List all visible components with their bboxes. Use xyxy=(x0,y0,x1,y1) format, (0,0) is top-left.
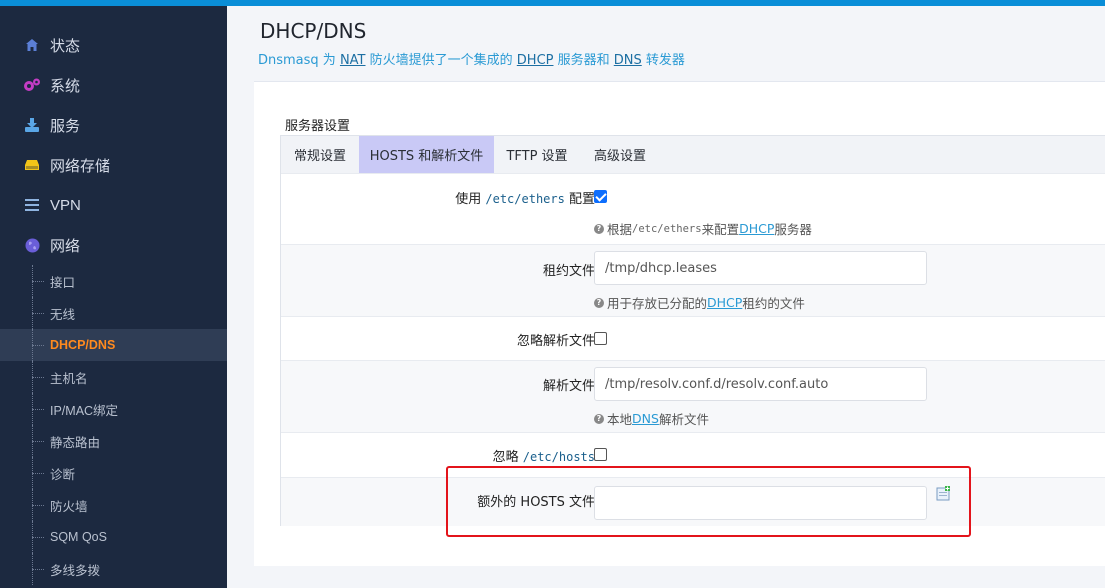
help-part: 本地 xyxy=(607,412,633,427)
help-code: /etc/ethers xyxy=(632,222,702,235)
abbr-dhcp: DHCP xyxy=(516,53,554,68)
home-icon xyxy=(23,36,41,54)
sidebar-subitem-firewall[interactable]: 防火墙 xyxy=(0,489,227,521)
sidebar-subitem-ip-mac-binding[interactable]: IP/MAC绑定 xyxy=(0,393,227,425)
leasefile-input[interactable]: /tmp/dhcp.leases xyxy=(594,251,927,285)
page-description: Dnsmasq 为 NAT 防火墙提供了一个集成的 DHCP 服务器和 DNS … xyxy=(258,49,685,68)
sidebar-item-system[interactable]: 系统 xyxy=(0,65,227,105)
sidebar-item-services[interactable]: 服务 xyxy=(0,105,227,145)
sidebar-item-network[interactable]: 网络 xyxy=(0,225,227,265)
help-part: 租约的文件 xyxy=(742,296,805,311)
highlight-box xyxy=(446,466,971,537)
sidebar-subitem-label: 接口 xyxy=(50,275,76,290)
help-icon: ? xyxy=(594,297,604,308)
tab-tftp[interactable]: TFTP 设置 xyxy=(494,136,580,173)
abbr-nat: NAT xyxy=(339,53,366,68)
download-icon xyxy=(23,116,41,134)
row-leasefile: 租约文件 /tmp/dhcp.leases ? 用于存放已分配的 DHCP 租约的… xyxy=(281,244,1105,316)
use-ethers-checkbox[interactable] xyxy=(594,190,607,203)
help-text: ? 本地 DNS 解析文件 xyxy=(594,409,709,428)
field-label: 忽略 /etc/hosts xyxy=(493,446,595,465)
help-part: 来配置 xyxy=(701,222,740,237)
desc-text: 服务器和 xyxy=(553,53,614,68)
sidebar-subitem-label: 无线 xyxy=(50,307,76,322)
abbr-dhcp: DHCP xyxy=(739,221,775,236)
sidebar-subitem-label: 诊断 xyxy=(50,467,76,482)
nohosts-checkbox[interactable] xyxy=(594,448,607,461)
sidebar-subitem-label: 主机名 xyxy=(50,371,88,386)
row-resolvfile: 解析文件 /tmp/resolv.conf.d/resolv.conf.auto… xyxy=(281,360,1105,432)
sidebar-subitem-interfaces[interactable]: 接口 xyxy=(0,265,227,297)
label-code: /etc/ethers xyxy=(485,192,565,206)
sidebar-item-label: VPN xyxy=(50,196,81,214)
help-part: 根据 xyxy=(607,222,633,237)
help-part: 解析文件 xyxy=(658,412,709,427)
row-noresolv: 忽略解析文件 xyxy=(281,316,1105,360)
abbr-dns: DNS xyxy=(632,411,659,426)
label-text: 配置 xyxy=(564,192,595,207)
row-use-ethers: 使用 /etc/ethers 配置 ? 根据 /etc/ethers 来配置 DH… xyxy=(281,173,1105,244)
sidebar-subitem-label: SQM QoS xyxy=(50,530,107,544)
abbr-dns: DNS xyxy=(613,53,642,68)
tab-bar: 常规设置 HOSTS 和解析文件 TFTP 设置 高级设置 xyxy=(280,135,1105,173)
gears-icon xyxy=(23,76,41,94)
sidebar-item-label: 状态 xyxy=(50,37,81,55)
section-title: 服务器设置 xyxy=(285,119,351,134)
field-label: 租约文件 xyxy=(542,264,595,279)
desc-text: 防火墙提供了一个集成的 xyxy=(365,53,517,68)
resolvfile-input[interactable]: /tmp/resolv.conf.d/resolv.conf.auto xyxy=(594,367,927,401)
desc-text: 转发器 xyxy=(641,53,685,68)
field-label: 忽略解析文件 xyxy=(516,334,595,349)
sidebar-item-label: 服务 xyxy=(50,117,81,135)
sidebar: 状态 系统 服务 网络存储 VPN 网络 接口 无线 DHCP/DNS 主机名 … xyxy=(0,6,227,588)
sidebar-item-status[interactable]: 状态 xyxy=(0,25,227,65)
desc-text: Dnsmasq 为 xyxy=(258,53,340,68)
sidebar-subitem-multiwan[interactable]: 多线多拨 xyxy=(0,553,227,585)
field-label: 使用 /etc/ethers 配置 xyxy=(455,188,595,207)
sidebar-subitem-dhcp-dns[interactable]: DHCP/DNS xyxy=(0,329,227,361)
sidebar-subitem-label: 多线多拨 xyxy=(50,563,101,578)
sidebar-subitem-hostnames[interactable]: 主机名 xyxy=(0,361,227,393)
help-icon: ? xyxy=(594,413,604,424)
sidebar-item-label: 网络存储 xyxy=(50,157,111,175)
tab-general[interactable]: 常规设置 xyxy=(281,136,359,173)
sidebar-subitem-sqm-qos[interactable]: SQM QoS xyxy=(0,521,227,553)
list-icon xyxy=(23,196,41,214)
sidebar-subitem-label: IP/MAC绑定 xyxy=(50,403,119,418)
abbr-dhcp: DHCP xyxy=(707,295,743,310)
sidebar-subitem-diagnostics[interactable]: 诊断 xyxy=(0,457,227,489)
sidebar-subitem-label: DHCP/DNS xyxy=(50,338,116,352)
sidebar-subitem-wireless[interactable]: 无线 xyxy=(0,297,227,329)
noresolv-checkbox[interactable] xyxy=(594,332,607,345)
sidebar-subitem-static-routes[interactable]: 静态路由 xyxy=(0,425,227,457)
storage-icon xyxy=(23,156,41,174)
label-text: 使用 xyxy=(455,192,486,207)
sidebar-subitem-label: 防火墙 xyxy=(50,499,88,514)
help-part: 服务器 xyxy=(774,222,812,237)
sidebar-item-nas[interactable]: 网络存储 xyxy=(0,145,227,185)
tab-advanced[interactable]: 高级设置 xyxy=(580,136,660,173)
label-text: 忽略 xyxy=(492,450,523,465)
sidebar-subitem-label: 静态路由 xyxy=(50,435,101,450)
label-code: /etc/hosts xyxy=(522,450,595,464)
help-icon: ? xyxy=(594,223,604,234)
globe-icon xyxy=(23,236,41,254)
sidebar-item-label: 网络 xyxy=(50,237,81,255)
tab-hosts-resolv[interactable]: HOSTS 和解析文件 xyxy=(359,136,494,173)
help-text: ? 用于存放已分配的 DHCP 租约的文件 xyxy=(594,293,805,312)
sidebar-item-vpn[interactable]: VPN xyxy=(0,185,227,225)
sidebar-item-label: 系统 xyxy=(50,77,81,95)
page-title: DHCP/DNS xyxy=(260,19,367,43)
help-part: 用于存放已分配的 xyxy=(607,296,708,311)
field-label: 解析文件 xyxy=(542,379,595,394)
help-text: ? 根据 /etc/ethers 来配置 DHCP 服务器 xyxy=(594,219,812,238)
